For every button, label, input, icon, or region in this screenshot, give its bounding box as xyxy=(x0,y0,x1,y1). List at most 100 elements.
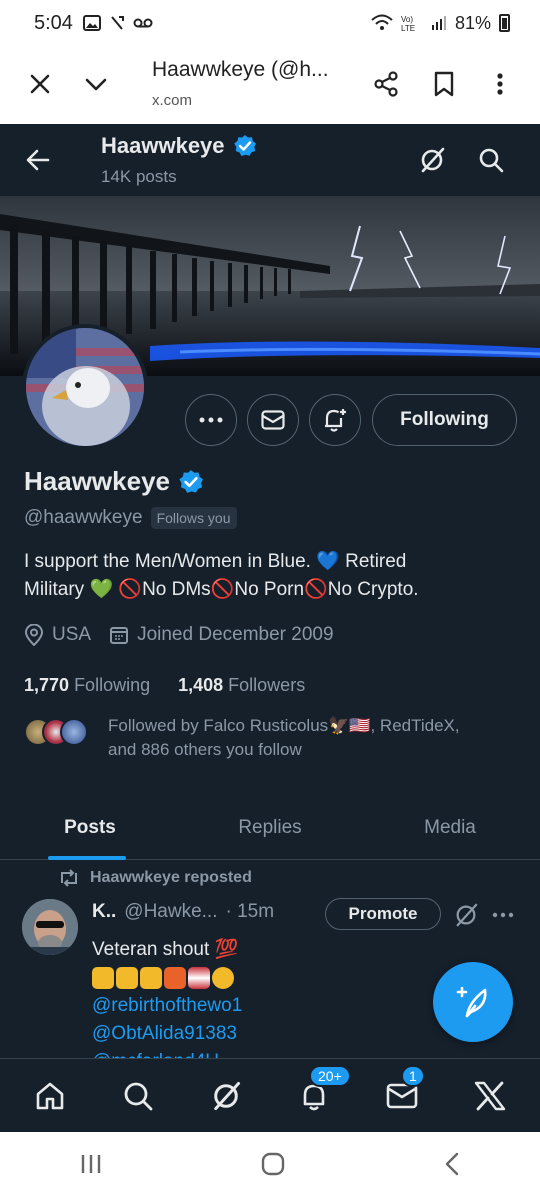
browser-page-title: Haawwkeye (@h... xyxy=(152,58,329,81)
join-date: Joined December 2009 xyxy=(109,624,334,646)
profile-page: Haawwkeye 14K posts Following Haawwkeye … xyxy=(0,124,540,1132)
grok-icon[interactable] xyxy=(414,142,450,178)
browser-toolbar: Haawwkeye (@h... x.com xyxy=(0,46,540,124)
profile-avatar[interactable] xyxy=(22,324,148,450)
followed-by-line-2: and 886 others you follow xyxy=(108,740,302,759)
lte-icon: Vo)LTE xyxy=(401,15,415,32)
tweet-mention[interactable]: @ObtAlida91383 xyxy=(92,1020,242,1048)
following-button[interactable]: Following xyxy=(372,394,517,446)
tweet-body: Veteran shout 💯 @rebirthofthewo1 @ObtAli… xyxy=(92,936,242,1076)
following-stat[interactable]: 1,770 Following xyxy=(24,675,150,696)
bell-plus-icon xyxy=(325,409,346,432)
tweet-time[interactable]: · 15m xyxy=(225,901,274,923)
followers-label: Followers xyxy=(228,675,306,695)
grok-icon[interactable] xyxy=(453,902,479,928)
us-flag-icon xyxy=(188,967,210,989)
prohibited-icon: 🚫 xyxy=(118,579,143,600)
location-pin-icon xyxy=(24,624,44,646)
profile-meta: USA Joined December 2009 xyxy=(24,624,352,646)
x-logo-icon[interactable] xyxy=(465,1071,515,1121)
voicemail-icon xyxy=(133,18,153,28)
location-text: USA xyxy=(52,624,92,645)
calendar-icon xyxy=(110,627,129,644)
search-icon[interactable] xyxy=(113,1071,163,1121)
verified-badge-icon xyxy=(233,135,256,156)
more-horizontal-icon xyxy=(199,417,223,423)
back-button-icon[interactable] xyxy=(443,1151,461,1182)
post-count: 14K posts xyxy=(101,167,177,186)
following-count: 1,770 xyxy=(24,675,70,695)
share-icon[interactable] xyxy=(368,66,404,102)
repost-label: Haawwkeye reposted xyxy=(90,869,252,886)
gallery-icon xyxy=(82,15,101,31)
saluting-face-icon xyxy=(212,967,234,989)
profile-header-bar: Haawwkeye 14K posts xyxy=(0,124,540,196)
notifications-badge: 20+ xyxy=(309,1064,351,1087)
more-horizontal-icon[interactable] xyxy=(490,902,516,928)
bio-item: No DMs xyxy=(142,579,211,600)
status-bar: 5:04 Vo) LTE 81% xyxy=(0,0,540,46)
repost-icon xyxy=(61,869,77,887)
followed-by-text: Followed by Falco Rusticolus🦅🇺🇸, RedTide… xyxy=(108,714,508,762)
tweet-header: K.. @Hawke... · 15m xyxy=(92,901,274,923)
grok-icon[interactable] xyxy=(201,1071,251,1121)
tab-posts[interactable]: Posts xyxy=(0,796,180,860)
search-icon[interactable] xyxy=(473,142,509,178)
envelope-icon xyxy=(261,410,285,430)
profile-bio: I support the Men/Women in Blue. 💙 Retir… xyxy=(24,548,524,604)
tweet-author-handle[interactable]: @Hawke... xyxy=(124,901,217,923)
call-icon xyxy=(111,16,124,30)
followed-by-line-1: Followed by Falco Rusticolus🦅🇺🇸, RedTide… xyxy=(108,716,460,735)
profile-handle: @haawwkeye xyxy=(24,507,143,528)
clock: 5:04 xyxy=(34,11,73,34)
battery-percent: 81% xyxy=(454,12,491,33)
wifi-icon xyxy=(371,14,393,30)
tweet-author-name[interactable]: K.. xyxy=(92,901,116,923)
notification-icons xyxy=(82,15,153,31)
compose-post-button[interactable] xyxy=(433,962,513,1042)
home-button-icon[interactable] xyxy=(260,1151,286,1182)
emoji-row xyxy=(92,964,242,992)
close-icon[interactable] xyxy=(22,66,58,102)
tweet-author-avatar[interactable] xyxy=(22,899,78,955)
messages-envelope-icon[interactable]: 1 xyxy=(377,1064,427,1121)
more-options-button[interactable] xyxy=(185,394,237,446)
signal-icon xyxy=(431,16,446,30)
message-button[interactable] xyxy=(247,394,299,446)
tweet-mention[interactable]: @rebirthofthewo1 xyxy=(92,992,242,1020)
profile-name: Haawwkeye xyxy=(24,466,204,497)
followed-by[interactable]: Followed by Falco Rusticolus🦅🇺🇸, RedTide… xyxy=(24,714,508,762)
tab-media[interactable]: Media xyxy=(360,796,540,859)
follow-stats: 1,770 Following 1,408 Followers xyxy=(24,675,305,696)
tweet-text: Veteran shout 💯 xyxy=(92,939,239,960)
verified-badge-icon[interactable] xyxy=(178,469,204,495)
promote-button[interactable]: Promote xyxy=(325,898,441,930)
fist-icon xyxy=(140,967,162,989)
header-profile-name: Haawwkeye xyxy=(101,133,257,159)
handle-row: @haawwkeye Follows you xyxy=(24,507,237,529)
following-label: Following xyxy=(74,675,151,695)
prohibited-icon: 🚫 xyxy=(210,579,235,600)
notifications-bell-icon[interactable]: 20+ xyxy=(289,1064,351,1121)
bio-item: No Crypto. xyxy=(327,579,419,600)
android-navigation-bar xyxy=(0,1132,540,1200)
prohibited-icon: 🚫 xyxy=(304,579,328,600)
avatar xyxy=(60,718,88,746)
more-vertical-icon[interactable] xyxy=(482,66,518,102)
flexed-bicep-icon xyxy=(92,967,114,989)
followers-stat[interactable]: 1,408 Followers xyxy=(178,675,305,696)
bookmark-icon[interactable] xyxy=(426,66,462,102)
home-icon[interactable] xyxy=(25,1071,75,1121)
browser-url: x.com xyxy=(152,92,193,109)
profile-tabs: Posts Replies Media xyxy=(0,796,540,860)
location: USA xyxy=(24,624,91,646)
profile-name-text: Haawwkeye xyxy=(24,466,170,496)
bio-item: No Porn xyxy=(234,579,305,600)
notifications-subscribe-button[interactable] xyxy=(309,394,361,446)
bio-line-2: Military 💚 🚫No DMs🚫No Porn🚫No Crypto. xyxy=(24,576,524,604)
tab-replies[interactable]: Replies xyxy=(180,796,360,859)
chevron-down-icon[interactable] xyxy=(78,66,114,102)
bio-line-2-prefix: Military 💚 xyxy=(24,579,119,600)
back-arrow-icon[interactable] xyxy=(20,142,56,178)
recent-apps-icon[interactable] xyxy=(79,1153,103,1180)
